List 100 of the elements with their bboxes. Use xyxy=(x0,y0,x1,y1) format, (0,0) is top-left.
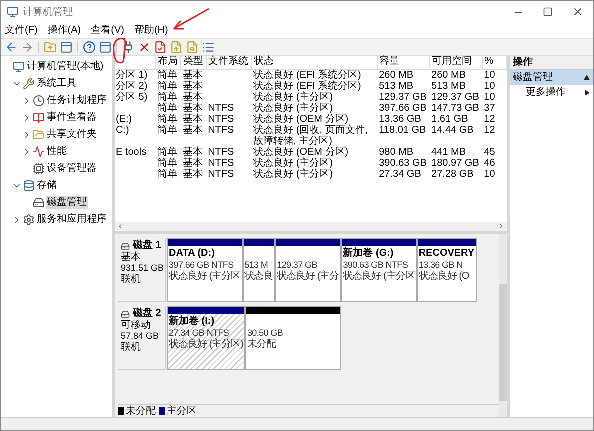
tree-item[interactable]: 服务和应用程序 xyxy=(36,213,108,226)
collapse-arrow-icon xyxy=(584,74,590,80)
table-cell-text: (E:) xyxy=(115,114,134,124)
table-cell-text: 状态良好 (主分区) xyxy=(252,158,334,168)
tree-item[interactable]: 共享文件夹 xyxy=(46,128,98,141)
panel-icon[interactable] xyxy=(98,40,112,54)
table-cell-text: 简单 xyxy=(156,80,178,92)
table-cell-text: 基本 xyxy=(182,102,204,114)
partition-label: RECOVERY xyxy=(418,248,475,260)
table-cell-text: 基本 xyxy=(182,158,204,168)
panel-icon[interactable] xyxy=(59,40,73,54)
partition-block[interactable]: 新加卷 (I:) 27.34 GB NTFS 状态良好 (主分区) xyxy=(167,306,246,370)
column-header[interactable]: 类型 xyxy=(180,56,206,69)
disk-name: 磁盘 2 xyxy=(133,308,162,320)
scroll-right-icon[interactable] xyxy=(498,223,505,230)
table-cell-text: 10 xyxy=(483,92,496,102)
vertical-scrollbar[interactable] xyxy=(499,234,507,417)
action-section[interactable]: 磁盘管理 xyxy=(510,70,593,85)
table-cell-text: C:) xyxy=(115,124,130,136)
disk-status: 联机 xyxy=(121,342,142,353)
menu-item[interactable]: 帮助(H) xyxy=(134,24,168,36)
partition-status: 状态良好 (主分 xyxy=(277,271,340,282)
column-header[interactable]: 布局 xyxy=(155,56,181,69)
menu-item[interactable]: 查看(V) xyxy=(91,24,124,36)
table-cell-text: 129.37 GB xyxy=(378,92,428,102)
table-cell-text: 状态良好 (EFI 系统分区) xyxy=(252,70,362,80)
tree-item[interactable]: 事件查看器 xyxy=(46,111,98,124)
table-cell-text: 简单 xyxy=(156,114,178,124)
partition-status: 状态良好 (主分区 xyxy=(169,271,241,282)
tree-item[interactable]: 设备管理器 xyxy=(46,162,98,175)
partition-status: 状态良 xyxy=(244,271,274,282)
maximize-icon[interactable] xyxy=(543,7,553,17)
table-cell-text: 基本 xyxy=(182,146,204,158)
tree-item[interactable]: 存储 xyxy=(36,179,58,192)
column-header[interactable]: 容量 xyxy=(377,56,430,69)
hand-drawn-arrow xyxy=(171,7,211,33)
partition-block[interactable]: 新加卷 (G:) 390.63 GB NTFS 状态良好 (主分区 xyxy=(341,238,417,302)
menu-item[interactable]: 文件(F) xyxy=(5,24,38,36)
partition-size: 129.37 GB xyxy=(277,260,318,270)
close-icon[interactable] xyxy=(572,6,584,18)
disk-status: 联机 xyxy=(121,274,142,285)
scroll-left-icon[interactable] xyxy=(117,223,124,230)
table-cell-text: 状态良好 (OEM 分区) xyxy=(252,114,350,124)
column-header[interactable]: 文件系统 xyxy=(206,56,252,69)
table-cell-text: 397.66 GB xyxy=(378,102,428,114)
partition-size: 13.36 GB N xyxy=(418,260,464,270)
partition-status: 状态良好 (O xyxy=(418,271,470,282)
table-cell-text: 简单 xyxy=(156,70,178,80)
actions-header: 操作 xyxy=(510,56,593,70)
column-header[interactable]: 可用空间 xyxy=(430,56,482,69)
table-cell-text: 390.63 GB xyxy=(378,158,428,168)
tree-item[interactable]: 性能 xyxy=(46,145,68,158)
gear-icon xyxy=(23,214,35,226)
book-icon xyxy=(33,112,45,124)
table-cell-text: 980 MB xyxy=(378,146,415,158)
legend-label: 主分区 xyxy=(167,406,197,416)
file-check-icon[interactable] xyxy=(153,40,167,54)
table-cell-text: 12 xyxy=(483,114,496,124)
column-header[interactable]: 状态 xyxy=(252,56,378,69)
chip-icon xyxy=(33,162,45,174)
partition-block[interactable]: RECOVERY 13.36 GB N 状态良好 (O xyxy=(416,238,477,302)
legend-label: 未分配 xyxy=(126,406,156,416)
table-cell-text: 10 xyxy=(483,70,496,80)
partition-block[interactable]: 513 M 状态良 xyxy=(242,238,276,302)
table-cell-text: NTFS xyxy=(207,124,236,136)
horizontal-scrollbar[interactable] xyxy=(115,222,507,231)
table-cell-text: 基本 xyxy=(182,80,204,92)
disk-size: 57.84 GB xyxy=(121,331,160,342)
table-cell-text: 441 MB xyxy=(430,146,468,158)
disk-type: 可移动 xyxy=(121,320,152,331)
table-cell-text: NTFS xyxy=(207,146,236,158)
partition-block[interactable]: DATA (D:) 397.66 GB NTFS 状态良好 (主分区 xyxy=(167,238,243,302)
table-cell-text: 简单 xyxy=(156,158,178,168)
forward-arrow-icon[interactable] xyxy=(20,40,34,54)
table-cell-text: 简单 xyxy=(156,168,178,180)
menu-item[interactable]: 操作(A) xyxy=(48,24,82,36)
help-icon[interactable] xyxy=(82,40,96,54)
action-item[interactable]: 更多操作 xyxy=(510,85,593,100)
disk-name: 磁盘 1 xyxy=(133,240,162,252)
partition-block[interactable]: 30.50 GB 未分配 xyxy=(245,306,342,370)
table-cell-text: NTFS xyxy=(207,158,236,168)
table-cell-text: 简单 xyxy=(156,92,178,102)
back-arrow-icon[interactable] xyxy=(4,40,18,54)
table-cell-text: 分区 2) xyxy=(115,80,149,92)
table-cell-text: E tools xyxy=(115,146,148,158)
table-cell-text: NTFS xyxy=(207,114,236,124)
table-cell-text: 1.61 GB xyxy=(430,114,470,124)
tree-item[interactable]: 计算机管理(本地) xyxy=(26,60,105,73)
table-cell-text: 27.34 GB xyxy=(378,168,422,180)
table-cell-text: NTFS xyxy=(207,102,236,114)
tree-item[interactable]: 任务计划程序 xyxy=(46,94,108,107)
column-header[interactable] xyxy=(115,56,156,69)
table-cell-text: 513 MB xyxy=(378,80,415,92)
pulse-icon xyxy=(33,146,45,158)
tree-item[interactable]: 磁盘管理 xyxy=(46,196,88,209)
table-cell-text: 基本 xyxy=(182,114,204,124)
partition-status: 状态良好 (主分区 xyxy=(343,271,415,282)
partition-block[interactable]: 129.37 GB 状态良好 (主分 xyxy=(275,238,342,302)
partition-status: 状态良好 (主分区) xyxy=(169,339,244,350)
tree-item[interactable]: 系统工具 xyxy=(36,77,78,90)
